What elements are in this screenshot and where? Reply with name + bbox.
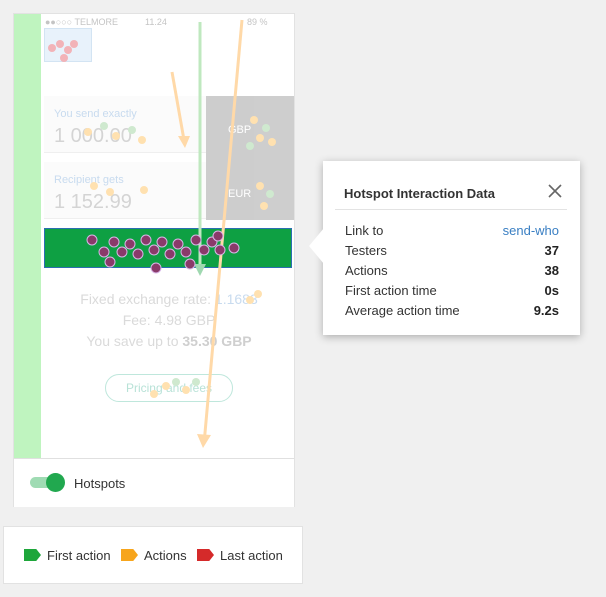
tap-dot bbox=[150, 262, 162, 274]
row-first-action-time: First action time 0s bbox=[345, 283, 559, 303]
tap-dot bbox=[150, 390, 158, 398]
swipe-arrows bbox=[170, 19, 244, 448]
popover-title: Hotspot Interaction Data bbox=[344, 186, 495, 201]
actions-label: Actions bbox=[345, 263, 388, 278]
tap-dot bbox=[212, 230, 224, 242]
tap-dot bbox=[192, 378, 200, 386]
row-actions: Actions 38 bbox=[345, 263, 559, 283]
hotspots-toggle-row: Hotspots bbox=[14, 458, 294, 507]
average-action-time-value: 9.2s bbox=[533, 303, 559, 318]
tap-dot bbox=[266, 190, 274, 198]
screen-preview-card: ●●○○○ TELMORE 11.24 89 % You send exactl… bbox=[14, 14, 294, 507]
tap-dot bbox=[246, 142, 254, 150]
tap-dot bbox=[56, 40, 64, 48]
tap-dot bbox=[140, 234, 152, 246]
average-action-time-label: Average action time bbox=[345, 303, 460, 318]
red-flag-icon bbox=[197, 549, 214, 561]
tap-dot bbox=[256, 134, 264, 142]
heatmap-overlay bbox=[48, 19, 276, 448]
tap-dot bbox=[214, 244, 226, 256]
scattered-taps bbox=[48, 40, 276, 398]
tap-dot bbox=[164, 248, 176, 260]
testers-value: 37 bbox=[544, 243, 559, 258]
tap-dot bbox=[148, 244, 160, 256]
swipe-arrowhead bbox=[178, 136, 190, 148]
popover-pointer bbox=[309, 228, 324, 264]
row-average-action-time: Average action time 9.2s bbox=[345, 303, 559, 323]
send-who-taps bbox=[86, 230, 240, 274]
popover-divider bbox=[335, 209, 567, 210]
tap-dot bbox=[256, 182, 264, 190]
tap-dot bbox=[172, 378, 180, 386]
tap-dot bbox=[254, 290, 262, 298]
tap-dot bbox=[70, 40, 78, 48]
swipe-arrow bbox=[202, 19, 244, 445]
legend-label: Last action bbox=[220, 548, 283, 563]
actions-value: 38 bbox=[544, 263, 559, 278]
testers-label: Testers bbox=[345, 243, 387, 258]
tap-dot bbox=[116, 246, 128, 258]
close-icon[interactable] bbox=[547, 183, 563, 199]
tap-dot bbox=[262, 124, 270, 132]
action-legend: First action Actions Last action bbox=[4, 527, 302, 583]
link-target[interactable]: send-who bbox=[503, 223, 559, 238]
link-label: Link to bbox=[345, 223, 384, 238]
toggle-knob bbox=[46, 473, 65, 492]
hotspots-toggle[interactable] bbox=[30, 473, 65, 492]
phone-screenshot: ●●○○○ TELMORE 11.24 89 % You send exactl… bbox=[14, 14, 294, 458]
tap-dot bbox=[128, 126, 136, 134]
tap-dot bbox=[48, 44, 56, 52]
legend-label: Actions bbox=[144, 548, 187, 563]
tap-dot bbox=[86, 234, 98, 246]
legend-label: First action bbox=[47, 548, 111, 563]
tap-dot bbox=[184, 258, 196, 270]
green-flag-icon bbox=[24, 549, 41, 561]
tap-dot bbox=[198, 244, 210, 256]
hotspot-popover: Hotspot Interaction Data Link to send-wh… bbox=[323, 161, 580, 335]
tap-dot bbox=[268, 138, 276, 146]
tap-dot bbox=[84, 128, 92, 136]
row-link: Link to send-who bbox=[345, 223, 559, 243]
tap-dot bbox=[250, 116, 258, 124]
legend-last-action: Last action bbox=[197, 548, 283, 563]
tap-dot bbox=[100, 122, 108, 130]
first-action-time-value: 0s bbox=[544, 283, 559, 298]
row-testers: Testers 37 bbox=[345, 243, 559, 263]
tap-dot bbox=[64, 46, 72, 54]
tap-dot bbox=[106, 188, 114, 196]
legend-actions: Actions bbox=[121, 548, 187, 563]
tap-dot bbox=[140, 186, 148, 194]
tap-dot bbox=[104, 256, 116, 268]
tap-dot bbox=[228, 242, 240, 254]
tap-dot bbox=[108, 236, 120, 248]
tap-dot bbox=[182, 386, 190, 394]
tap-dot bbox=[172, 238, 184, 250]
tap-dot bbox=[180, 246, 192, 258]
tap-dot bbox=[246, 296, 254, 304]
tap-dot bbox=[60, 54, 68, 62]
tap-dot bbox=[90, 182, 98, 190]
swipe-arrowhead bbox=[197, 434, 211, 448]
legend-first-action: First action bbox=[24, 548, 111, 563]
tap-dot bbox=[190, 234, 202, 246]
tap-dot bbox=[132, 248, 144, 260]
tap-dot bbox=[112, 132, 120, 140]
first-action-time-label: First action time bbox=[345, 283, 437, 298]
tap-dot bbox=[162, 382, 170, 390]
orange-flag-icon bbox=[121, 549, 138, 561]
tap-dot bbox=[260, 202, 268, 210]
tap-dot bbox=[138, 136, 146, 144]
tap-dot bbox=[98, 246, 110, 258]
swipe-arrowhead bbox=[194, 264, 206, 276]
tap-dot bbox=[156, 236, 168, 248]
swipe-arrow bbox=[170, 71, 186, 141]
hotspots-toggle-label: Hotspots bbox=[74, 476, 126, 491]
tap-dot bbox=[124, 238, 136, 250]
